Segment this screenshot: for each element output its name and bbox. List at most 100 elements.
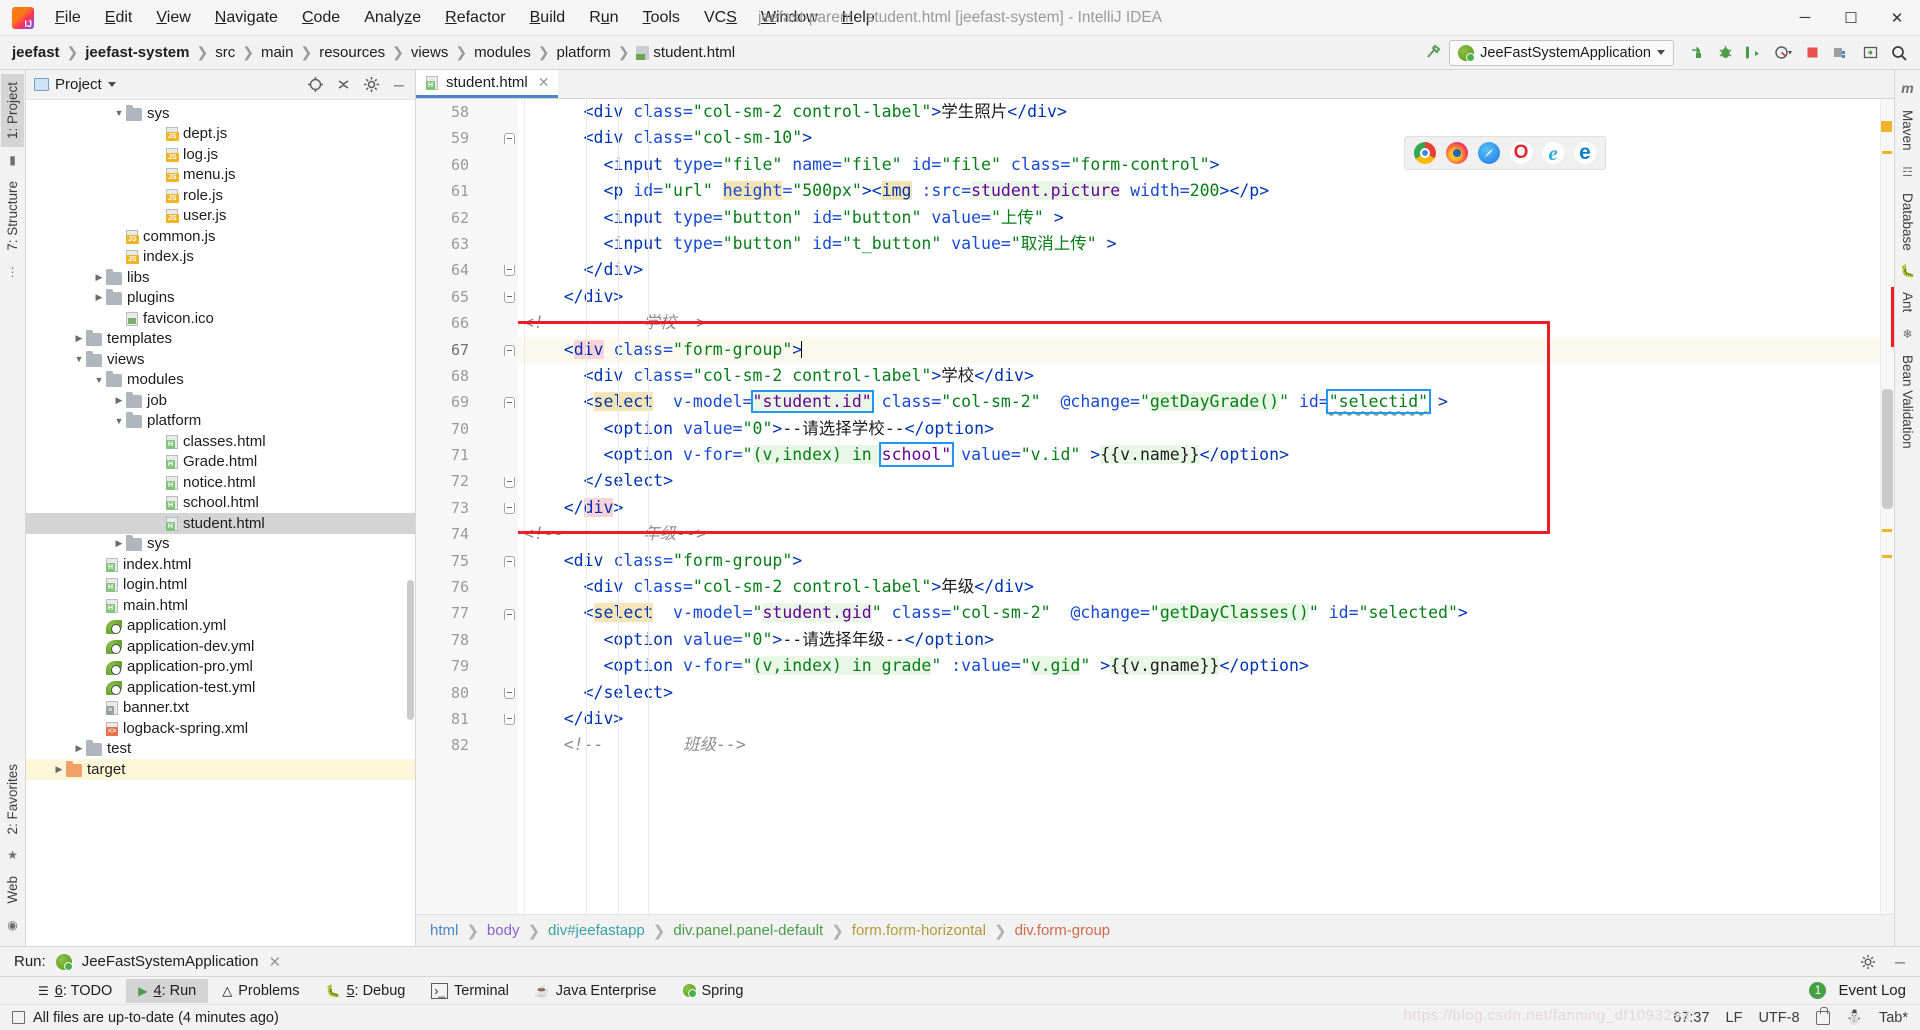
tree-item-application-test-yml[interactable]: application-test.yml <box>26 677 415 698</box>
warning-marker[interactable] <box>1882 529 1892 532</box>
run-with-coverage-button[interactable] <box>1741 40 1767 66</box>
menu-refactor[interactable]: Refactor <box>434 5 516 31</box>
line-number[interactable]: 77 <box>416 600 478 626</box>
bottom-tab-todo[interactable]: ☰ 6: TODO <box>26 979 124 1003</box>
close-button[interactable]: ✕ <box>1874 0 1920 36</box>
project-title[interactable]: Project <box>34 76 116 93</box>
menu-tools[interactable]: Tools <box>632 5 691 31</box>
fold-handle-icon[interactable] <box>504 292 515 303</box>
tree-item-notice-html[interactable]: notice.html <box>26 472 415 493</box>
tree-item-libs[interactable]: ▶libs <box>26 267 415 288</box>
ie-icon[interactable] <box>1542 142 1564 164</box>
tree-item-index-html[interactable]: index.html <box>26 554 415 575</box>
code-line[interactable]: </div> <box>518 495 1880 521</box>
hide-panel-icon[interactable]: ─ <box>389 75 409 95</box>
line-number[interactable]: 70 <box>416 416 478 442</box>
error-marker-bar[interactable] <box>1880 99 1894 914</box>
line-number[interactable]: 58 <box>416 99 478 125</box>
run-button[interactable] <box>1683 40 1709 66</box>
collapse-all-icon[interactable] <box>333 75 353 95</box>
run-config-tab-label[interactable]: JeeFastSystemApplication <box>82 953 259 970</box>
indent-setting[interactable]: Tab* <box>1879 1010 1908 1026</box>
stripe-tab-web[interactable]: Web <box>1 868 24 912</box>
line-number[interactable]: 71 <box>416 442 478 468</box>
breadcrumb-div-panel[interactable]: div.panel.panel-default <box>673 922 823 939</box>
code-line[interactable]: <option v-for="(v,index) in grade" :valu… <box>518 653 1880 679</box>
code-line[interactable]: </select> <box>518 468 1880 494</box>
code-line[interactable]: <div class="col-sm-2 control-label">学校</… <box>518 363 1880 389</box>
bottom-tab-terminal[interactable]: ›_ Terminal <box>419 979 520 1003</box>
tree-item-banner-txt[interactable]: banner.txt <box>26 698 415 719</box>
stripe-tab-maven[interactable]: Maven <box>1896 102 1919 159</box>
line-number[interactable]: 64 <box>416 257 478 283</box>
breadcrumb-item-student-html[interactable]: student.html <box>653 44 735 61</box>
chevron-down-icon[interactable]: ▼ <box>92 375 106 385</box>
edge-icon[interactable] <box>1574 142 1596 164</box>
fold-handle-icon[interactable] <box>504 503 515 514</box>
gear-icon[interactable] <box>361 75 381 95</box>
tree-item-menu-js[interactable]: menu.js <box>26 165 415 186</box>
line-number[interactable]: 79 <box>416 653 478 679</box>
breadcrumb-item-platform[interactable]: platform <box>557 44 611 61</box>
chevron-right-icon[interactable]: ▶ <box>112 538 126 549</box>
line-number[interactable]: 69 <box>416 389 478 415</box>
chrome-icon[interactable] <box>1414 142 1436 164</box>
fold-handle-icon[interactable] <box>504 345 515 356</box>
line-number[interactable]: 78 <box>416 627 478 653</box>
project-structure-button[interactable] <box>1828 40 1854 66</box>
browser-launch-popup[interactable] <box>1404 136 1606 170</box>
tree-item-target[interactable]: ▶target <box>26 759 415 780</box>
tree-item-templates[interactable]: ▶templates <box>26 329 415 350</box>
fold-handle-icon[interactable] <box>504 133 515 144</box>
tree-item-grade-html[interactable]: Grade.html <box>26 452 415 473</box>
project-scrollbar-thumb[interactable] <box>407 580 414 720</box>
editor-tab-student-html[interactable]: student.html ✕ <box>416 70 558 98</box>
stripe-tab-structure[interactable]: 7: Structure <box>1 173 24 259</box>
stripe-tab-ant[interactable]: Ant <box>1896 284 1919 320</box>
line-number[interactable]: 82 <box>416 732 478 758</box>
tree-item-favicon-ico[interactable]: favicon.ico <box>26 308 415 329</box>
line-number[interactable]: 59 <box>416 125 478 151</box>
breadcrumb-html[interactable]: html <box>430 922 458 939</box>
bottom-tab-problems[interactable]: △ Problems <box>210 979 311 1003</box>
code-editor[interactable]: <div class="col-sm-2 control-label">学生照片… <box>518 99 1880 914</box>
run-configuration-selector[interactable]: JeeFastSystemApplication <box>1449 40 1674 66</box>
code-line[interactable]: <input type="button" id="button" value="… <box>518 205 1880 231</box>
menu-file[interactable]: File <box>44 5 92 31</box>
menu-help[interactable]: Help <box>831 5 886 31</box>
line-number[interactable]: 81 <box>416 706 478 732</box>
breadcrumb-item-src[interactable]: src <box>215 44 235 61</box>
chevron-down-icon[interactable]: ▼ <box>112 416 126 426</box>
line-number[interactable]: 74 <box>416 521 478 547</box>
code-line[interactable]: <div class="col-sm-2 control-label">学生照片… <box>518 99 1880 125</box>
tree-item-application-yml[interactable]: application.yml <box>26 616 415 637</box>
menu-analyze[interactable]: Analyze <box>353 5 432 31</box>
tree-item-main-html[interactable]: main.html <box>26 595 415 616</box>
fold-handle-icon[interactable] <box>504 714 515 725</box>
bottom-tab-java-enterprise[interactable]: ☕ Java Enterprise <box>523 979 669 1003</box>
code-line[interactable]: <div class="form-group"> <box>518 548 1880 574</box>
close-icon[interactable]: ✕ <box>268 953 281 971</box>
caret-position[interactable]: 67:37 <box>1673 1010 1709 1026</box>
tree-item-login-html[interactable]: login.html <box>26 575 415 596</box>
lock-icon[interactable] <box>1816 1011 1830 1025</box>
minimize-button[interactable]: ─ <box>1782 0 1828 36</box>
menu-edit[interactable]: Edit <box>94 5 144 31</box>
warning-marker[interactable] <box>1882 151 1892 154</box>
menu-run[interactable]: Run <box>578 5 629 31</box>
profiler-button[interactable] <box>1770 40 1796 66</box>
stripe-tab-project[interactable]: 1: Project <box>1 74 24 147</box>
code-line[interactable]: <div class="col-sm-2 control-label">年级</… <box>518 574 1880 600</box>
line-separator[interactable]: LF <box>1726 1010 1743 1026</box>
build-hammer-icon[interactable] <box>1420 40 1446 66</box>
code-line[interactable]: <input type="button" id="t_button" value… <box>518 231 1880 257</box>
editor-scrollbar-thumb[interactable] <box>1882 389 1893 509</box>
tree-item-log-js[interactable]: log.js <box>26 144 415 165</box>
event-log-label[interactable]: Event Log <box>1838 982 1906 999</box>
menu-view[interactable]: View <box>145 5 201 31</box>
firefox-icon[interactable] <box>1446 142 1468 164</box>
stripe-tab-bean-validation[interactable]: Bean Validation <box>1896 347 1919 457</box>
fold-handle-icon[interactable] <box>504 609 515 620</box>
line-number[interactable]: 60 <box>416 152 478 178</box>
line-number[interactable]: 61 <box>416 178 478 204</box>
